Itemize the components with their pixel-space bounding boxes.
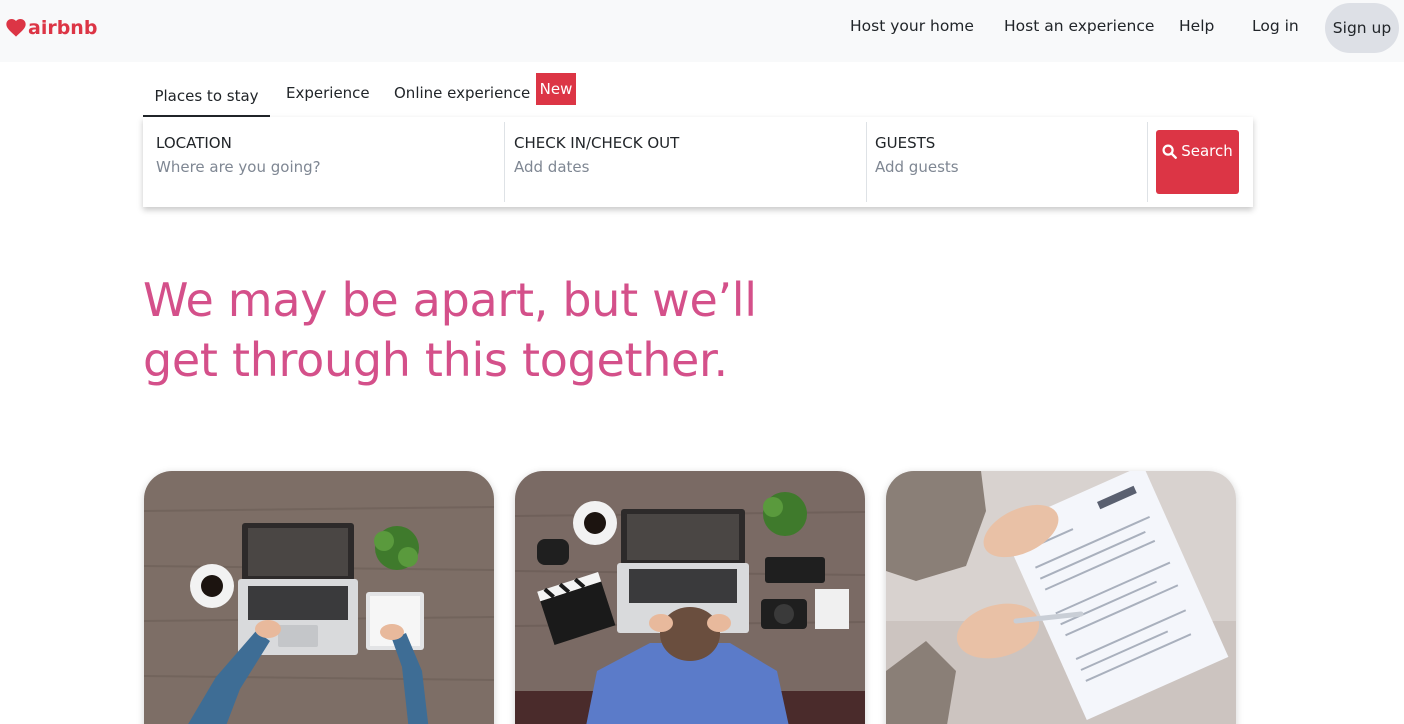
location-label: LOCATION bbox=[156, 134, 232, 152]
guests-input[interactable]: Add guests bbox=[875, 158, 959, 176]
experience-card-2[interactable] bbox=[515, 471, 865, 724]
field-divider bbox=[866, 122, 867, 202]
hero-line-2: get through this together. bbox=[143, 333, 728, 387]
field-divider bbox=[1147, 122, 1148, 202]
experience-card-1[interactable] bbox=[144, 471, 494, 724]
search-panel: LOCATION Where are you going? CHECK IN/C… bbox=[143, 117, 1253, 207]
laptop-desk-photo bbox=[144, 471, 494, 724]
brand-name: airbnb bbox=[28, 17, 98, 39]
nav-help[interactable]: Help bbox=[1179, 0, 1214, 52]
sign-up-button[interactable]: Sign up bbox=[1325, 3, 1399, 53]
heart-icon bbox=[6, 19, 26, 37]
search-icon bbox=[1162, 144, 1178, 159]
guests-label: GUESTS bbox=[875, 134, 936, 152]
location-input[interactable]: Where are you going? bbox=[156, 158, 321, 176]
tab-online-experience[interactable]: Online experience bbox=[394, 84, 530, 102]
dates-input[interactable]: Add dates bbox=[514, 158, 589, 176]
nav-host-an-experience[interactable]: Host an experience bbox=[1004, 0, 1154, 52]
stressed-person-laptop-photo bbox=[515, 471, 865, 724]
brand-logo[interactable]: airbnb bbox=[6, 17, 97, 39]
dates-label: CHECK IN/CHECK OUT bbox=[514, 134, 680, 152]
hero-heading: We may be apart, but we’ll get through t… bbox=[143, 270, 823, 390]
search-button[interactable]: Search bbox=[1156, 130, 1239, 194]
top-navbar: airbnb Host your home Host an experience… bbox=[0, 0, 1404, 62]
hero-line-1: We may be apart, but we’ll bbox=[143, 273, 757, 327]
new-badge: New bbox=[536, 73, 576, 105]
nav-host-your-home[interactable]: Host your home bbox=[850, 0, 974, 52]
tab-experience[interactable]: Experience bbox=[286, 84, 370, 102]
resume-document-photo bbox=[886, 471, 1236, 724]
tab-places-to-stay[interactable]: Places to stay bbox=[143, 74, 270, 117]
field-divider bbox=[504, 122, 505, 202]
nav-log-in[interactable]: Log in bbox=[1252, 0, 1299, 52]
dates-field[interactable]: CHECK IN/CHECK OUT Add dates bbox=[514, 122, 864, 202]
search-button-label: Search bbox=[1181, 142, 1233, 160]
guests-field[interactable]: GUESTS Add guests bbox=[875, 122, 1145, 202]
experience-card-3[interactable] bbox=[886, 471, 1236, 724]
location-field[interactable]: LOCATION Where are you going? bbox=[156, 122, 504, 202]
